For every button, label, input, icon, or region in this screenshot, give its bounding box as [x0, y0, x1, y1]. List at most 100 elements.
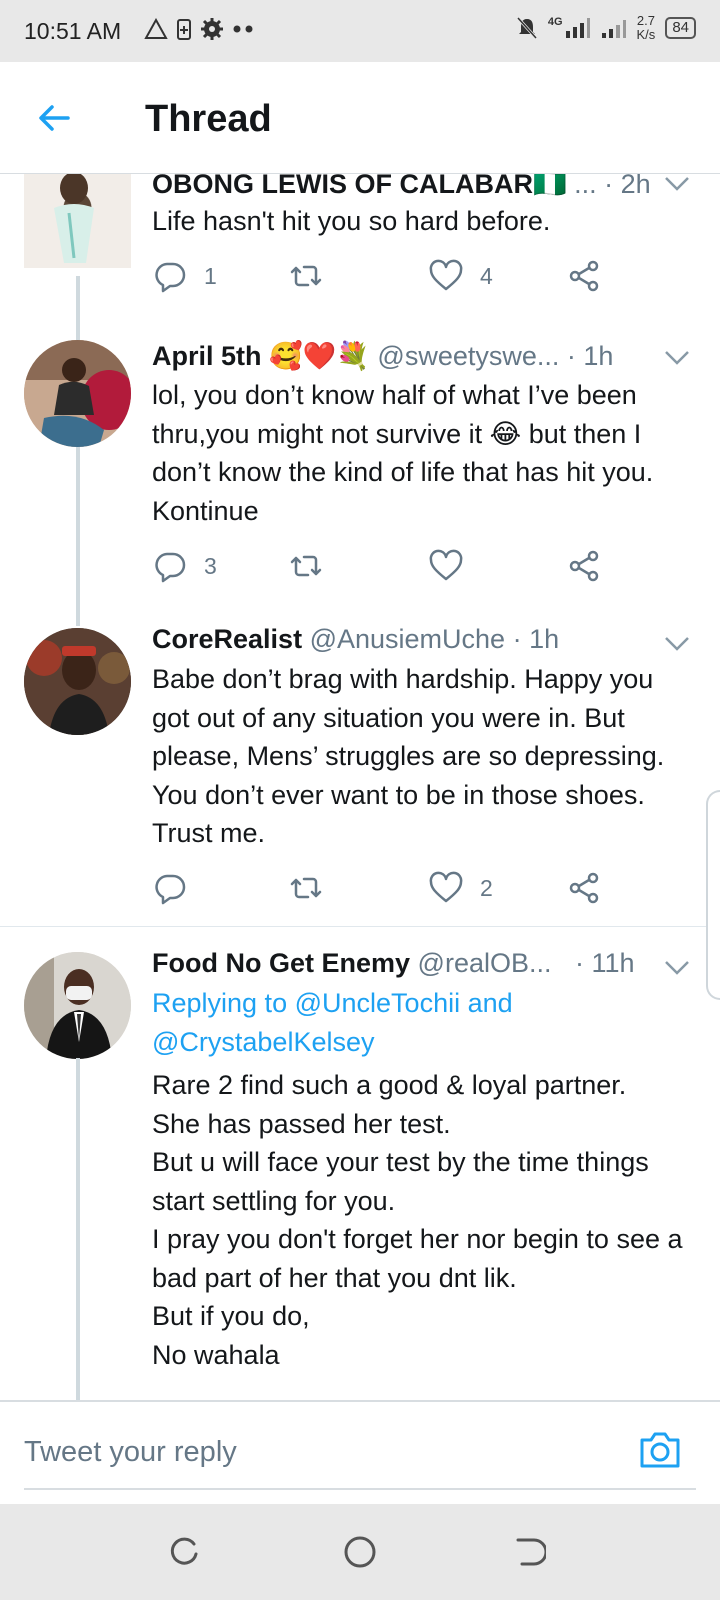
tweet-handle[interactable]: @realOB...	[418, 948, 552, 978]
thread-feed[interactable]: OBONG LEWIS OF CALABAR🇳🇬 ... · 2h Life h…	[0, 174, 720, 1400]
alert-triangle-icon	[144, 18, 168, 39]
tweet-text: Life hasn't hit you so hard before.	[152, 206, 551, 236]
tweet-text-line: But u will face your test by the time th…	[152, 1147, 649, 1216]
battery-indicator: 84	[665, 17, 696, 39]
like-button[interactable]: 2	[428, 870, 493, 906]
home-icon[interactable]	[342, 1534, 378, 1570]
signal-icon	[565, 18, 590, 38]
tweet-author-name[interactable]: April 5th	[152, 341, 262, 371]
retweet-button[interactable]	[288, 870, 340, 906]
signal-icon	[601, 20, 626, 38]
replying-to-line[interactable]: Replying to @UncleTochii and @CrystabelK…	[152, 984, 692, 1061]
retweet-button[interactable]	[288, 548, 340, 584]
status-time: 10:51 AM	[24, 18, 122, 44]
tweet-handle[interactable]: @AnusiemUche	[310, 624, 506, 654]
like-button[interactable]: 4	[428, 258, 493, 294]
tweet-header: Food No Get Enemy @realOB... · 11h	[152, 948, 635, 979]
chevron-down-icon[interactable]	[664, 636, 690, 652]
reply-button[interactable]: 1	[152, 258, 217, 294]
chevron-down-icon[interactable]	[664, 176, 690, 192]
tweet-time: · 1h	[512, 624, 560, 654]
chevron-down-icon[interactable]	[664, 960, 690, 976]
network-speed: 2.7 K/s	[637, 14, 656, 42]
tweet-author-name[interactable]: CoreRealist	[152, 624, 302, 654]
thread-connector-line	[76, 1058, 80, 1400]
reply-button[interactable]	[152, 870, 204, 906]
heart-icon	[429, 259, 463, 291]
status-bar: 10:51 AM 4G 2.7 K/s 84	[0, 0, 720, 62]
system-nav-bar	[0, 1504, 720, 1600]
tweet-text-line: She has passed her test.	[152, 1108, 451, 1139]
avatar[interactable]	[24, 628, 131, 735]
recent-apps-icon[interactable]	[166, 1534, 202, 1570]
reply-count: 3	[204, 552, 217, 579]
thread-connector-line	[76, 446, 80, 626]
network-speed-unit: K/s	[636, 27, 656, 42]
like-count: 2	[480, 874, 493, 901]
tweet-actions: 2	[152, 870, 632, 910]
share-button[interactable]	[566, 258, 602, 294]
tweet-text: Rare 2 find such a good & loyal partner.…	[152, 1066, 692, 1374]
thread-header: Thread	[0, 62, 720, 174]
avatar-image	[24, 628, 131, 735]
back-nav-icon[interactable]	[510, 1534, 546, 1570]
share-icon	[569, 550, 599, 582]
avatar-image	[54, 174, 94, 263]
thread-connector-line	[76, 276, 80, 344]
avatar-image	[24, 952, 131, 1059]
status-left-icons	[144, 17, 256, 41]
retweet-icon	[290, 265, 322, 287]
page-title: Thread	[145, 98, 272, 140]
share-icon	[569, 872, 599, 904]
tweet-time: · 2h	[604, 174, 651, 199]
tweet-text-line: No wahala	[152, 1339, 280, 1370]
replying-to-prefix: Replying to	[152, 988, 288, 1018]
tweet-divider	[0, 926, 720, 927]
tweet-text-line: Rare 2 find such a good & loyal partner.	[152, 1070, 627, 1100]
more-dots-icon	[233, 25, 253, 33]
tweet-header: April 5th 🥰❤️💐 @sweetyswe... · 1h	[152, 340, 613, 372]
tweet-handle[interactable]: ...	[574, 174, 597, 199]
tweet-author-name[interactable]: OBONG LEWIS OF CALABAR	[152, 174, 533, 199]
settings-gear-icon	[201, 18, 223, 40]
tweet-text: lol, you don’t know half of what I’ve be…	[152, 380, 654, 526]
tweet-actions: 1 4	[152, 258, 632, 298]
reply-button[interactable]: 3	[152, 548, 217, 584]
tweet-author-name[interactable]: Food No Get Enemy	[152, 948, 410, 978]
like-button[interactable]	[428, 548, 480, 584]
share-icon	[569, 260, 599, 292]
tweet-actions: 3	[152, 548, 632, 588]
reply-icon	[155, 262, 186, 293]
tweet-text-line: I pray you don't forget her nor begin to…	[152, 1224, 683, 1293]
tweet-header: OBONG LEWIS OF CALABAR🇳🇬 ... · 2h	[152, 174, 651, 200]
status-right-icons: 4G 2.7 K/s 84	[516, 14, 696, 42]
tweet-header: CoreRealist @AnusiemUche · 1h	[152, 624, 559, 655]
avatar[interactable]	[24, 340, 131, 447]
tweet-text-line: But if you do,	[152, 1301, 310, 1331]
tweet-reply-input[interactable]	[24, 1426, 624, 1478]
tweet-handle[interactable]: @sweetyswe...	[377, 341, 559, 371]
reply-count: 1	[204, 262, 217, 289]
reply-bar	[0, 1400, 720, 1504]
share-button[interactable]	[566, 870, 602, 906]
avatar[interactable]	[24, 952, 131, 1059]
tweet-time: · 11h	[575, 948, 635, 978]
tweet-text: Babe don’t brag with hardship. Happy you…	[152, 664, 665, 848]
side-scroll-handle[interactable]	[706, 790, 720, 1000]
flag-emoji: 🇳🇬	[532, 174, 567, 199]
retweet-button[interactable]	[288, 258, 340, 294]
share-button[interactable]	[566, 548, 602, 584]
heart-icon	[429, 549, 463, 581]
avatar[interactable]	[24, 174, 131, 268]
back-arrow-icon[interactable]	[34, 98, 74, 138]
reply-icon	[155, 874, 186, 905]
avatar-image	[24, 340, 131, 447]
mute-bell-icon	[516, 16, 537, 40]
retweet-icon	[290, 877, 322, 899]
network-speed-value: 2.7	[636, 13, 655, 28]
camera-icon[interactable]	[638, 1430, 682, 1470]
tweet-time: · 1h	[566, 341, 614, 371]
battery-saver-icon	[177, 19, 191, 40]
chevron-down-icon[interactable]	[664, 350, 690, 366]
reply-input-underline	[24, 1488, 696, 1490]
